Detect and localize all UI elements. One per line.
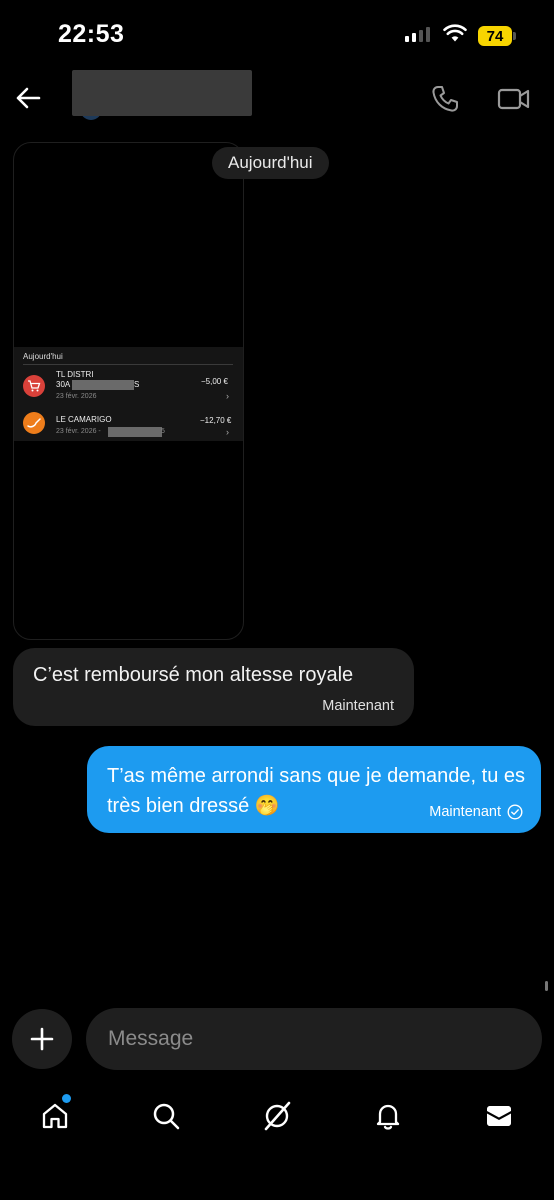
transaction-name: TL DISTRI [56,370,94,379]
message-meta: Maintenant [429,804,523,820]
read-check-icon [507,804,523,820]
battery-tip [513,32,516,40]
back-button[interactable] [14,84,42,117]
chevron-right-icon: › [226,427,229,437]
grok-icon [264,1101,291,1131]
add-attachment-button[interactable] [12,1009,72,1069]
message-input-container[interactable] [86,1008,542,1070]
tab-search[interactable] [148,1098,184,1134]
message-timestamp: Maintenant [429,804,501,820]
unread-dot [62,1094,71,1103]
phone-icon [432,86,458,112]
tab-grok[interactable] [259,1098,295,1134]
tab-messages[interactable] [481,1098,517,1134]
messages-icon [487,1106,511,1126]
transaction-date-suffix: 5 [161,428,165,435]
wifi-icon [443,24,467,48]
search-icon [153,1103,180,1130]
transaction-detail: 30A [56,380,71,389]
cart-icon [23,375,45,397]
bank-transactions-screenshot: Aujourd'hui TL DISTRI 30A S 23 févr. 202… [14,347,243,441]
redaction [108,427,162,437]
cellular-signal-icon [405,27,430,42]
chevron-right-icon: › [226,391,229,401]
message-timestamp: Maintenant [322,698,394,714]
video-call-button[interactable] [497,84,531,119]
battery-indicator: 74 [478,26,512,46]
contact-name-redacted[interactable] [72,70,252,116]
pipe-icon [23,412,45,434]
transaction-amount: −12,70 € [200,416,232,425]
arrow-left-icon [16,87,41,109]
transaction-date: 23 févr. 2026 - [56,428,101,435]
phone-call-button[interactable] [430,84,460,119]
home-icon [42,1103,68,1129]
transaction-date: 23 févr. 2026 [56,393,97,400]
date-separator: Aujourd'hui [212,147,329,179]
transaction-name: LE CAMARIGO [56,415,112,424]
transaction-detail-suffix: S [134,380,140,389]
redaction [72,380,134,390]
message-text: C’est remboursé mon altesse royale [33,664,354,686]
scrollbar[interactable] [545,981,548,991]
sent-message-bubble[interactable]: T’as même arrondi sans que je demande, t… [87,746,541,833]
plus-icon [30,1027,54,1051]
tab-home[interactable] [37,1098,73,1134]
tab-notifications[interactable] [370,1098,406,1134]
video-camera-icon [497,88,530,110]
message-input[interactable] [86,1008,542,1070]
image-attachment[interactable]: Aujourd'hui TL DISTRI 30A S 23 févr. 202… [13,142,244,640]
received-message-bubble[interactable]: C’est remboursé mon altesse royale Maint… [13,648,414,726]
status-time: 22:53 [58,20,125,48]
notifications-icon [376,1104,400,1130]
transaction-amount: −5,00 € [201,377,228,386]
divider [23,364,233,365]
bank-section-label: Aujourd'hui [23,352,63,361]
